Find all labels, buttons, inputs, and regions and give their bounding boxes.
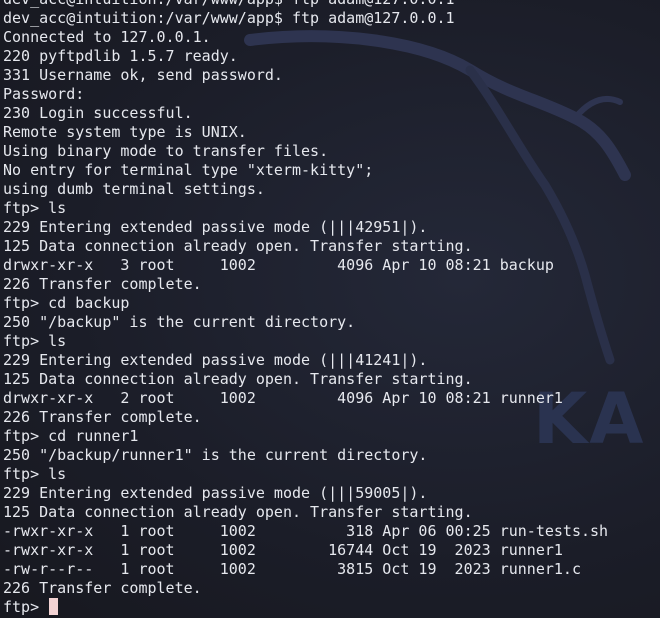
- terminal-line: 229 Entering extended passive mode (|||4…: [3, 351, 428, 369]
- terminal-line: -rw-r--r-- 1 root 1002 3815 Oct 19 2023 …: [3, 560, 581, 578]
- terminal-line: ftp> ls: [3, 332, 67, 350]
- terminal-line: No entry for terminal type "xterm-kitty"…: [3, 161, 374, 179]
- terminal-line: dev_acc@intuition:/var/www/app$ ftp adam…: [3, 0, 608, 9]
- terminal-line: 125 Data connection already open. Transf…: [3, 370, 473, 388]
- terminal-line: using dumb terminal settings.: [3, 180, 265, 198]
- terminal-line: Using binary mode to transfer files.: [3, 142, 329, 160]
- terminal-line: drwxr-xr-x 2 root 1002 4096 Apr 10 08:21…: [3, 389, 563, 407]
- ftp-prompt: ftp>: [3, 598, 49, 616]
- terminal-cursor[interactable]: [49, 598, 59, 615]
- terminal-line: ftp> ls: [3, 199, 67, 217]
- terminal-line: Connected to 127.0.0.1.: [3, 28, 211, 46]
- terminal-line: 226 Transfer complete.: [3, 275, 202, 293]
- terminal-line: Remote system type is UNIX.: [3, 123, 247, 141]
- terminal-window[interactable]: KA dev_acc@intuition:/var/www/app$ ftp a…: [0, 0, 660, 618]
- terminal-line: 250 "/backup" is the current directory.: [3, 313, 356, 331]
- terminal-line: 226 Transfer complete.: [3, 408, 202, 426]
- terminal-prompt-line[interactable]: ftp>: [3, 598, 608, 617]
- terminal-line: Password:: [3, 85, 85, 103]
- terminal-line: 125 Data connection already open. Transf…: [3, 503, 473, 521]
- terminal-line: 220 pyftpdlib 1.5.7 ready.: [3, 47, 238, 65]
- terminal-line: 125 Data connection already open. Transf…: [3, 237, 473, 255]
- terminal-line: drwxr-xr-x 3 root 1002 4096 Apr 10 08:21…: [3, 256, 554, 274]
- terminal-line: 229 Entering extended passive mode (|||5…: [3, 484, 428, 502]
- terminal-line: ftp> cd backup: [3, 294, 130, 312]
- terminal-line: -rwxr-xr-x 1 root 1002 16744 Oct 19 2023…: [3, 541, 563, 559]
- terminal-line: 226 Transfer complete.: [3, 579, 202, 597]
- terminal-line: ftp> cd runner1: [3, 427, 139, 445]
- terminal-line: 230 Login successful.: [3, 104, 193, 122]
- terminal-line: 250 "/backup/runner1" is the current dir…: [3, 446, 428, 464]
- terminal-line: 331 Username ok, send password.: [3, 66, 283, 84]
- terminal-line: -rwxr-xr-x 1 root 1002 318 Apr 06 00:25 …: [3, 522, 609, 540]
- terminal-line: ftp> ls: [3, 465, 67, 483]
- terminal-output: dev_acc@intuition:/var/www/app$ ftp adam…: [3, 0, 608, 617]
- terminal-line: 229 Entering extended passive mode (|||4…: [3, 218, 428, 236]
- terminal-line: dev_acc@intuition:/var/www/app$ ftp adam…: [3, 9, 455, 27]
